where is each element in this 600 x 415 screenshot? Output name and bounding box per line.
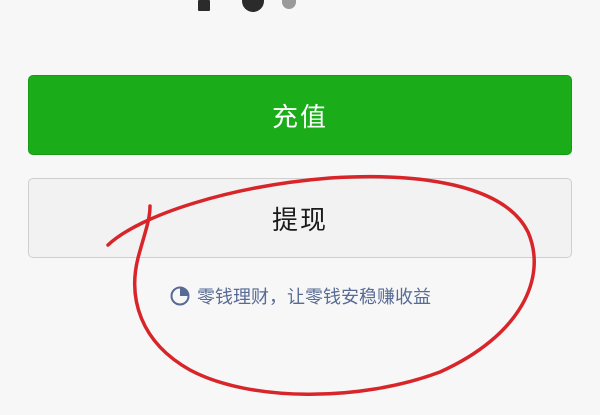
recharge-button[interactable]: 充值 xyxy=(28,75,572,155)
wealth-management-icon xyxy=(169,285,191,307)
cropped-balance-area xyxy=(198,0,308,14)
licai-link[interactable]: 零钱理财，让零钱安稳赚收益 xyxy=(0,283,600,309)
wallet-change-page: 充值 提现 零钱理财，让零钱安稳赚收益 xyxy=(0,0,600,415)
withdraw-button[interactable]: 提现 xyxy=(28,178,572,258)
licai-link-text: 零钱理财，让零钱安稳赚收益 xyxy=(197,287,431,308)
